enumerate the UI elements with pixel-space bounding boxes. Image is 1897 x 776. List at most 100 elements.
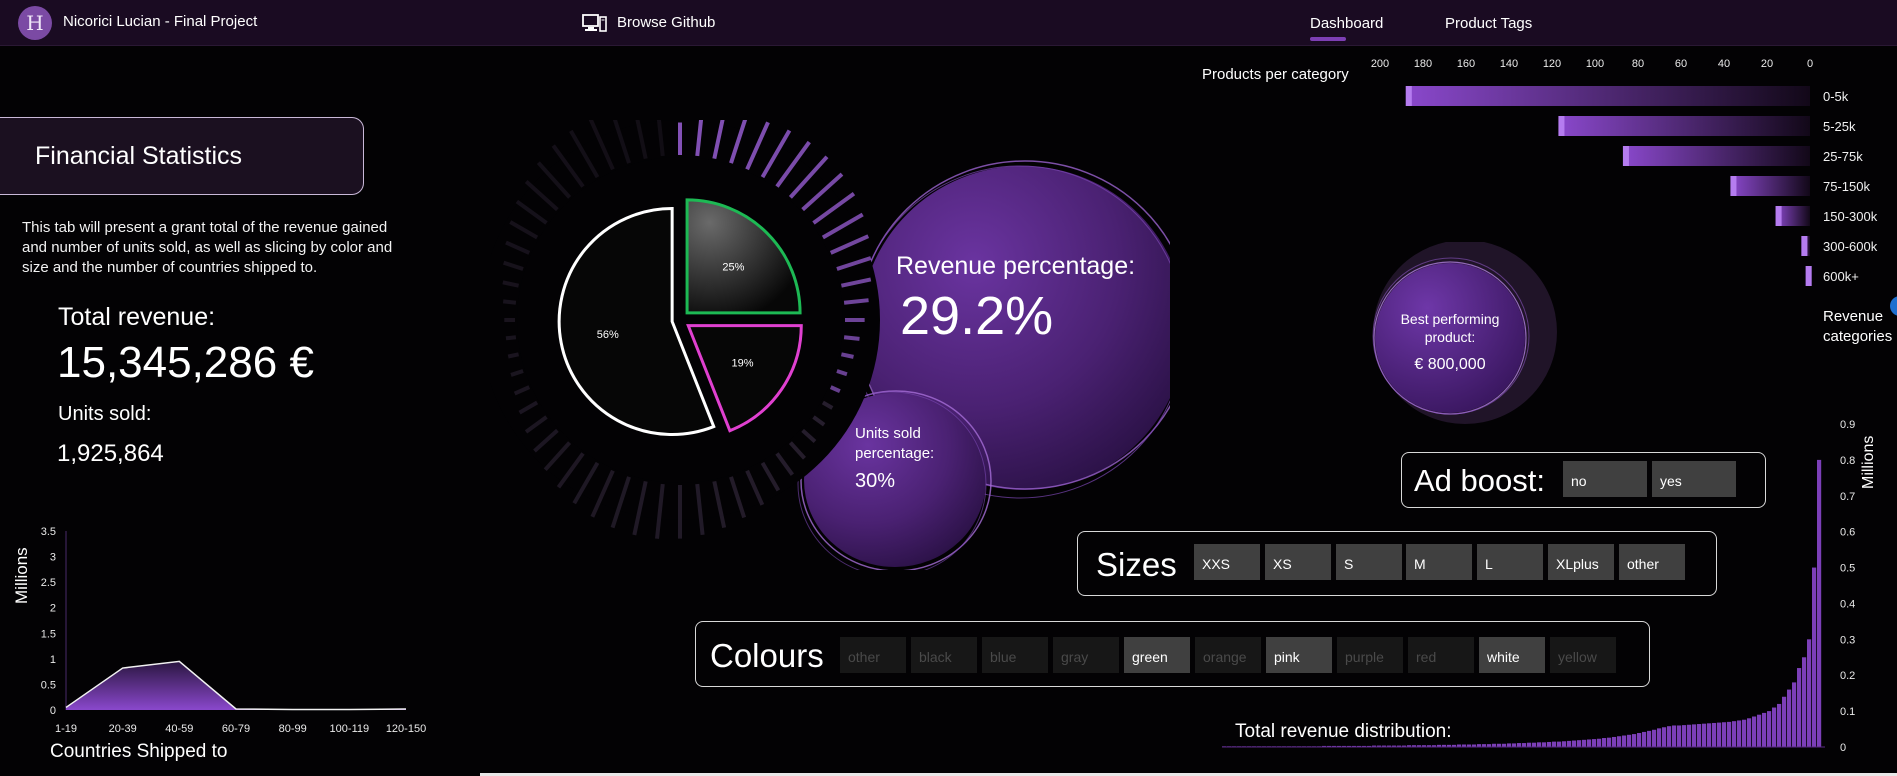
distribution-bar[interactable] <box>1682 725 1687 747</box>
colour-option-other[interactable]: other <box>840 637 906 673</box>
distribution-bar[interactable] <box>1767 711 1772 747</box>
browse-github-link[interactable]: Browse Github <box>617 14 715 31</box>
distribution-bar[interactable] <box>1732 721 1737 747</box>
tab-product-tags[interactable]: Product Tags <box>1445 15 1532 32</box>
distribution-bar[interactable] <box>1742 719 1747 747</box>
distribution-bar[interactable] <box>1747 718 1752 747</box>
distribution-bar[interactable] <box>1687 724 1692 747</box>
colour-option-green[interactable]: green <box>1124 637 1190 673</box>
y-tick-label: 0.7 <box>1840 491 1855 503</box>
distribution-bar[interactable] <box>1712 722 1717 747</box>
revenue-percentage-label: Revenue percentage: <box>896 252 1136 280</box>
distribution-bar[interactable] <box>1537 742 1542 747</box>
distribution-bar[interactable] <box>1597 738 1602 747</box>
y-tick-label: 0.1 <box>1840 706 1855 718</box>
distribution-bar[interactable] <box>1572 740 1577 747</box>
distribution-bar[interactable] <box>1797 668 1802 747</box>
x-tick-label: 20-39 <box>109 723 137 735</box>
distribution-bar[interactable] <box>1707 723 1712 747</box>
distribution-bar[interactable] <box>1717 722 1722 747</box>
revenue-distribution-chart[interactable]: 0.9 0.8 0.7 0.6 0.5 0.4 0.3 0.2 0.1 0 <box>1210 410 1897 755</box>
y-axis-label: Millions <box>12 547 31 604</box>
distribution-bar[interactable] <box>1557 741 1562 747</box>
x-tick-label: 0 <box>1807 58 1813 70</box>
tab-dashboard[interactable]: Dashboard <box>1310 15 1383 32</box>
distribution-bar[interactable] <box>1567 740 1572 747</box>
distribution-bar[interactable] <box>1692 724 1697 747</box>
category-label: 25-75k <box>1823 149 1863 164</box>
distribution-bar[interactable] <box>1507 743 1512 747</box>
x-tick-label: 120-150 <box>386 723 426 735</box>
distribution-bar[interactable] <box>1817 459 1822 747</box>
distribution-bar[interactable] <box>1527 742 1532 747</box>
colour-option-blue[interactable]: blue <box>982 637 1048 673</box>
distribution-bar[interactable] <box>1637 733 1642 747</box>
distribution-bar[interactable] <box>1652 729 1657 747</box>
distribution-bar[interactable] <box>1772 707 1777 747</box>
distribution-bar[interactable] <box>1582 739 1587 747</box>
distribution-bar[interactable] <box>1722 722 1727 747</box>
distribution-bar[interactable] <box>1587 739 1592 747</box>
distribution-bar[interactable] <box>1812 567 1817 747</box>
units-sold-percentage-label: Units sold percentage: <box>855 425 935 462</box>
distribution-bar[interactable] <box>1787 689 1792 747</box>
y-tick-label: 0.5 <box>1840 563 1855 575</box>
distribution-bar[interactable] <box>1672 725 1677 747</box>
category-bar[interactable] <box>1405 86 1810 106</box>
x-tick-label: 40-59 <box>165 723 193 735</box>
distribution-bar[interactable] <box>1632 734 1637 747</box>
distribution-bar[interactable] <box>1802 657 1807 747</box>
distribution-bar[interactable] <box>1602 738 1607 747</box>
distribution-bar[interactable] <box>1807 639 1812 747</box>
distribution-bar[interactable] <box>1762 712 1767 747</box>
distribution-bar[interactable] <box>1607 737 1612 747</box>
distribution-bar[interactable] <box>1547 741 1552 747</box>
category-bar[interactable] <box>1730 176 1810 196</box>
distribution-bar[interactable] <box>1737 720 1742 747</box>
category-bar[interactable] <box>1622 146 1810 166</box>
distribution-bar[interactable] <box>1562 741 1567 747</box>
category-bar[interactable] <box>1558 116 1810 136</box>
y-tick-label: 0.9 <box>1840 419 1855 431</box>
distribution-bar[interactable] <box>1647 730 1652 747</box>
distribution-bar[interactable] <box>1592 739 1597 747</box>
distribution-bar[interactable] <box>1752 716 1757 747</box>
pie-decoration-tick <box>502 299 517 305</box>
distribution-bar[interactable] <box>1617 736 1622 747</box>
distribution-bar[interactable] <box>1642 731 1647 747</box>
distribution-bar[interactable] <box>1532 742 1537 747</box>
distribution-bar[interactable] <box>1577 740 1582 747</box>
category-label: 5-25k <box>1823 119 1856 134</box>
distribution-bar[interactable] <box>1782 696 1787 747</box>
monitor-icon[interactable] <box>582 13 608 33</box>
distribution-bar[interactable] <box>1727 721 1732 747</box>
colour-option-black[interactable]: black <box>911 637 977 673</box>
distribution-bar[interactable] <box>1657 728 1662 747</box>
distribution-bar[interactable] <box>1522 743 1527 747</box>
distribution-bar[interactable] <box>1512 743 1517 747</box>
distribution-bar[interactable] <box>1622 735 1627 747</box>
x-tick-label: 20 <box>1761 58 1773 70</box>
distribution-bar[interactable] <box>1667 726 1672 747</box>
area-fill[interactable] <box>66 661 406 710</box>
distribution-bar[interactable] <box>1777 703 1782 747</box>
distribution-bar[interactable] <box>1757 714 1762 747</box>
colours-title: Colours <box>710 637 824 674</box>
countries-shipped-chart[interactable]: 3.5 3 2.5 2 1.5 1 0.5 0 1-19 20-39 40-59 60-79 80-99… <box>0 520 440 740</box>
units-sold-label: Units sold: <box>58 403 152 425</box>
distribution-bar[interactable] <box>1677 725 1682 747</box>
distribution-bar[interactable] <box>1702 723 1707 747</box>
products-per-category-title: Products per category <box>1202 66 1349 83</box>
distribution-bar[interactable] <box>1662 727 1667 747</box>
colour-option-gray[interactable]: gray <box>1053 637 1119 673</box>
distribution-bar[interactable] <box>1542 742 1547 747</box>
distribution-bar[interactable] <box>1627 734 1632 747</box>
distribution-bar[interactable] <box>1697 724 1702 747</box>
app-logo[interactable]: H <box>18 6 52 40</box>
section-title: Financial Statistics <box>35 142 243 170</box>
distribution-bar[interactable] <box>1612 736 1617 747</box>
distribution-bar[interactable] <box>1552 741 1557 747</box>
products-per-category-chart[interactable]: 200 180 160 140 120 100 80 60 40 20 00-5k5-25k25-7… <box>1360 52 1897 292</box>
distribution-bar[interactable] <box>1792 682 1797 747</box>
distribution-bar[interactable] <box>1517 743 1522 747</box>
